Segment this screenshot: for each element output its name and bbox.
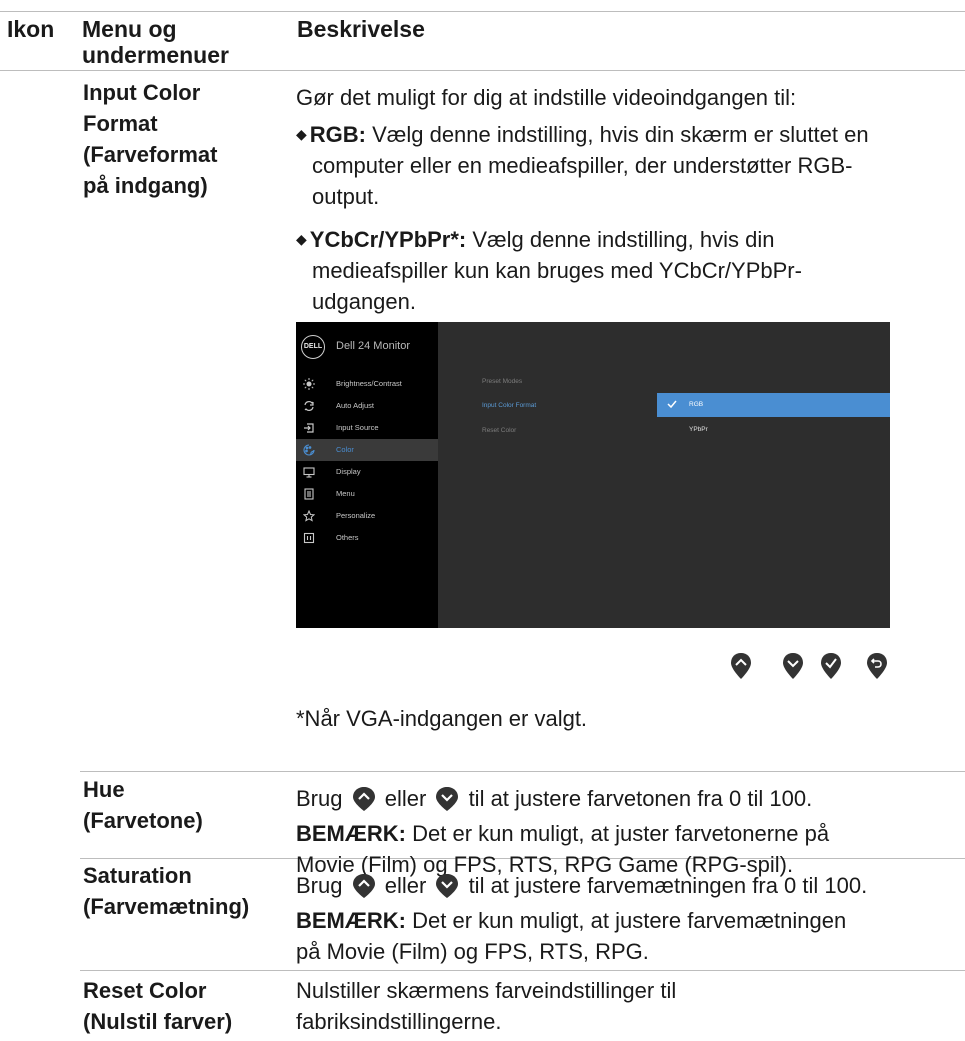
rgb-bullet: ◆ RGB: Vælg denne indstilling, hvis din s… xyxy=(296,122,869,209)
header-description-column: Beskrivelse xyxy=(297,16,425,42)
osd-option-ypbpr[interactable]: YPbPr xyxy=(657,418,890,442)
term-reset-color: Reset Color (Nulstil farver) xyxy=(83,978,233,1034)
input-source-icon xyxy=(302,421,316,435)
term-hue: Hue (Farvetone) xyxy=(83,777,203,833)
ycbcr-bullet: ◆ YCbCr/YPbPr*: Vælg denne indstilling, h… xyxy=(296,227,802,314)
rgb-label: RGB: xyxy=(309,122,366,147)
display-icon xyxy=(302,465,316,479)
osd-submenu-input-color-format[interactable]: Input Color Format xyxy=(482,402,536,409)
osd-menu-screenshot: DELL Dell 24 Monitor Brightness/Contrast… xyxy=(296,322,890,628)
others-icon xyxy=(302,531,316,545)
up-arrow-icon xyxy=(352,874,375,898)
osd-item-personalize[interactable]: Personalize xyxy=(296,505,438,527)
osd-submenu-preset-modes[interactable]: Preset Modes xyxy=(482,378,522,385)
down-arrow-icon xyxy=(436,874,459,898)
vga-footnote: *Når VGA-indgangen er valgt. xyxy=(296,706,588,731)
up-arrow-icon xyxy=(352,787,375,811)
hue-description: Brug eller til at justere farvetonen fra… xyxy=(296,786,813,811)
down-button-icon[interactable] xyxy=(782,652,804,680)
osd-item-auto-adjust[interactable]: Auto Adjust xyxy=(296,395,438,417)
color-icon xyxy=(302,443,316,457)
osd-main-menu: DELL Dell 24 Monitor Brightness/Contrast… xyxy=(296,322,438,628)
osd-item-menu[interactable]: Menu xyxy=(296,483,438,505)
star-icon xyxy=(302,509,316,523)
osd-item-input-source[interactable]: Input Source xyxy=(296,417,438,439)
reset-color-description: Nulstiller skærmens farveindstillinger t… xyxy=(296,978,677,1034)
term-saturation: Saturation (Farvemætning) xyxy=(83,863,250,919)
osd-item-others[interactable]: Others xyxy=(296,527,438,549)
dell-logo: DELL xyxy=(301,335,325,359)
osd-title: Dell 24 Monitor xyxy=(336,340,410,352)
ycbcr-label: YCbCr/YPbPr xyxy=(309,227,451,252)
auto-adjust-icon xyxy=(302,399,316,413)
osd-submenu-reset-color[interactable]: Reset Color xyxy=(482,427,516,434)
table-header-rule xyxy=(0,70,965,71)
saturation-note-label: BEMÆRK: xyxy=(296,908,406,933)
input-color-format-intro: Gør det muligt for dig at indstille vide… xyxy=(296,85,797,110)
header-icon-column: Ikon xyxy=(7,16,55,42)
brightness-icon xyxy=(302,377,316,391)
saturation-note: BEMÆRK: Det er kun muligt, at justere fa… xyxy=(296,908,847,964)
table-top-rule xyxy=(0,11,965,12)
confirm-button-icon[interactable] xyxy=(820,652,842,680)
hue-note-label: BEMÆRK: xyxy=(296,821,406,846)
up-button-icon[interactable] xyxy=(730,652,752,680)
menu-icon xyxy=(302,487,316,501)
checkmark-icon xyxy=(667,398,677,412)
header-menu-column: Menu og undermenuer xyxy=(82,16,229,68)
osd-item-color[interactable]: Color xyxy=(296,439,438,461)
osd-item-brightness-contrast[interactable]: Brightness/Contrast xyxy=(296,373,438,395)
osd-option-rgb[interactable]: RGB xyxy=(657,393,890,417)
back-button-icon[interactable] xyxy=(866,652,888,680)
row-divider-reset xyxy=(80,970,965,971)
term-input-color-format: Input Color Format (Farveformat på indga… xyxy=(83,80,218,198)
osd-item-display[interactable]: Display xyxy=(296,461,438,483)
row-divider-hue xyxy=(80,771,965,772)
down-arrow-icon xyxy=(436,787,459,811)
saturation-description: Brug eller til at justere farvemætningen… xyxy=(296,873,868,898)
